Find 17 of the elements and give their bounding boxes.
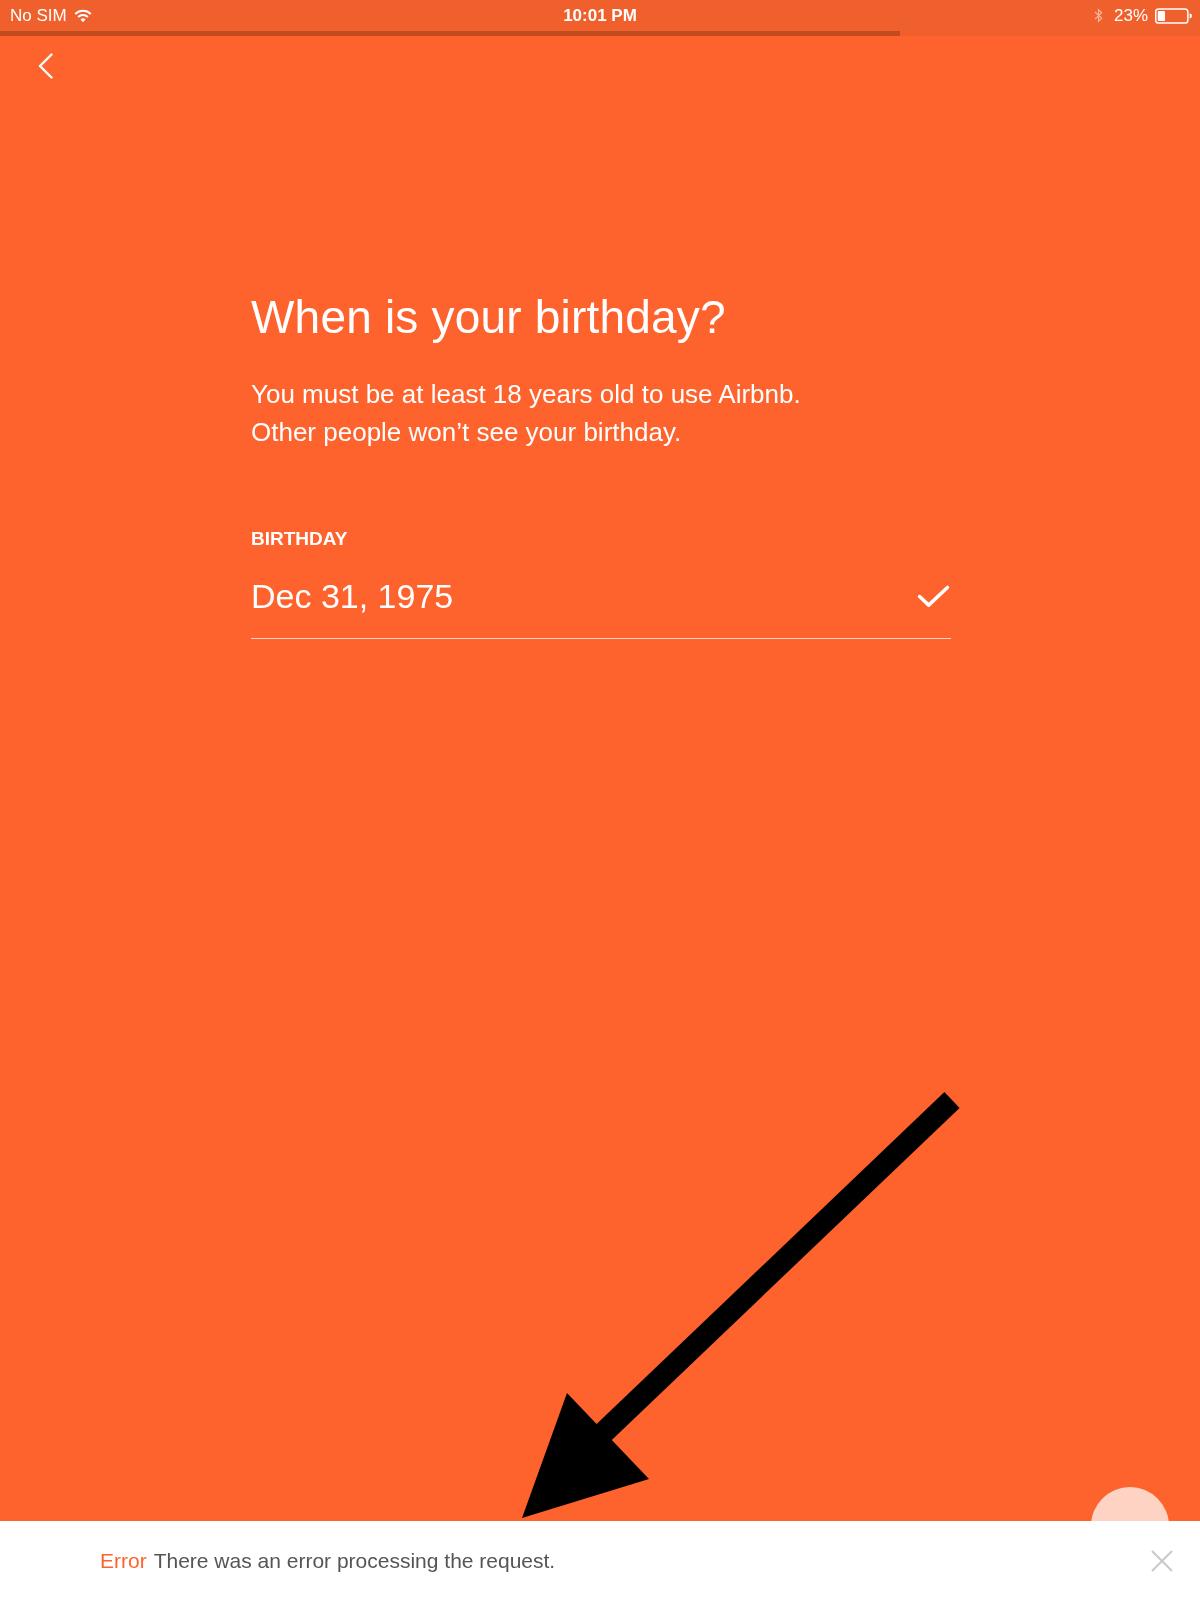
birthday-field[interactable]: Dec 31, 1975 xyxy=(251,575,951,639)
page-title: When is your birthday? xyxy=(251,290,727,345)
birthday-label: BIRTHDAY xyxy=(251,527,349,551)
carrier-label: No SIM xyxy=(10,5,67,26)
close-icon xyxy=(1151,1549,1173,1572)
battery-icon xyxy=(1155,7,1192,24)
subtitle-text: You must be at least 18 years old to use Airbnb. Other people won’t see your birthday. xyxy=(251,378,802,449)
back-chevron-icon xyxy=(38,53,53,79)
close-button[interactable] xyxy=(1151,1549,1173,1572)
next-button[interactable] xyxy=(1091,1487,1169,1521)
error-label: Error xyxy=(100,1548,147,1573)
clock-time: 10:01 PM xyxy=(563,5,637,26)
error-message: There was an error processing the request. xyxy=(153,1548,556,1573)
wifi-icon xyxy=(73,8,92,23)
battery-percent: 23% xyxy=(1113,5,1148,26)
birthday-value: Dec 31, 1975 xyxy=(251,576,454,617)
bluetooth-icon xyxy=(1093,7,1103,24)
